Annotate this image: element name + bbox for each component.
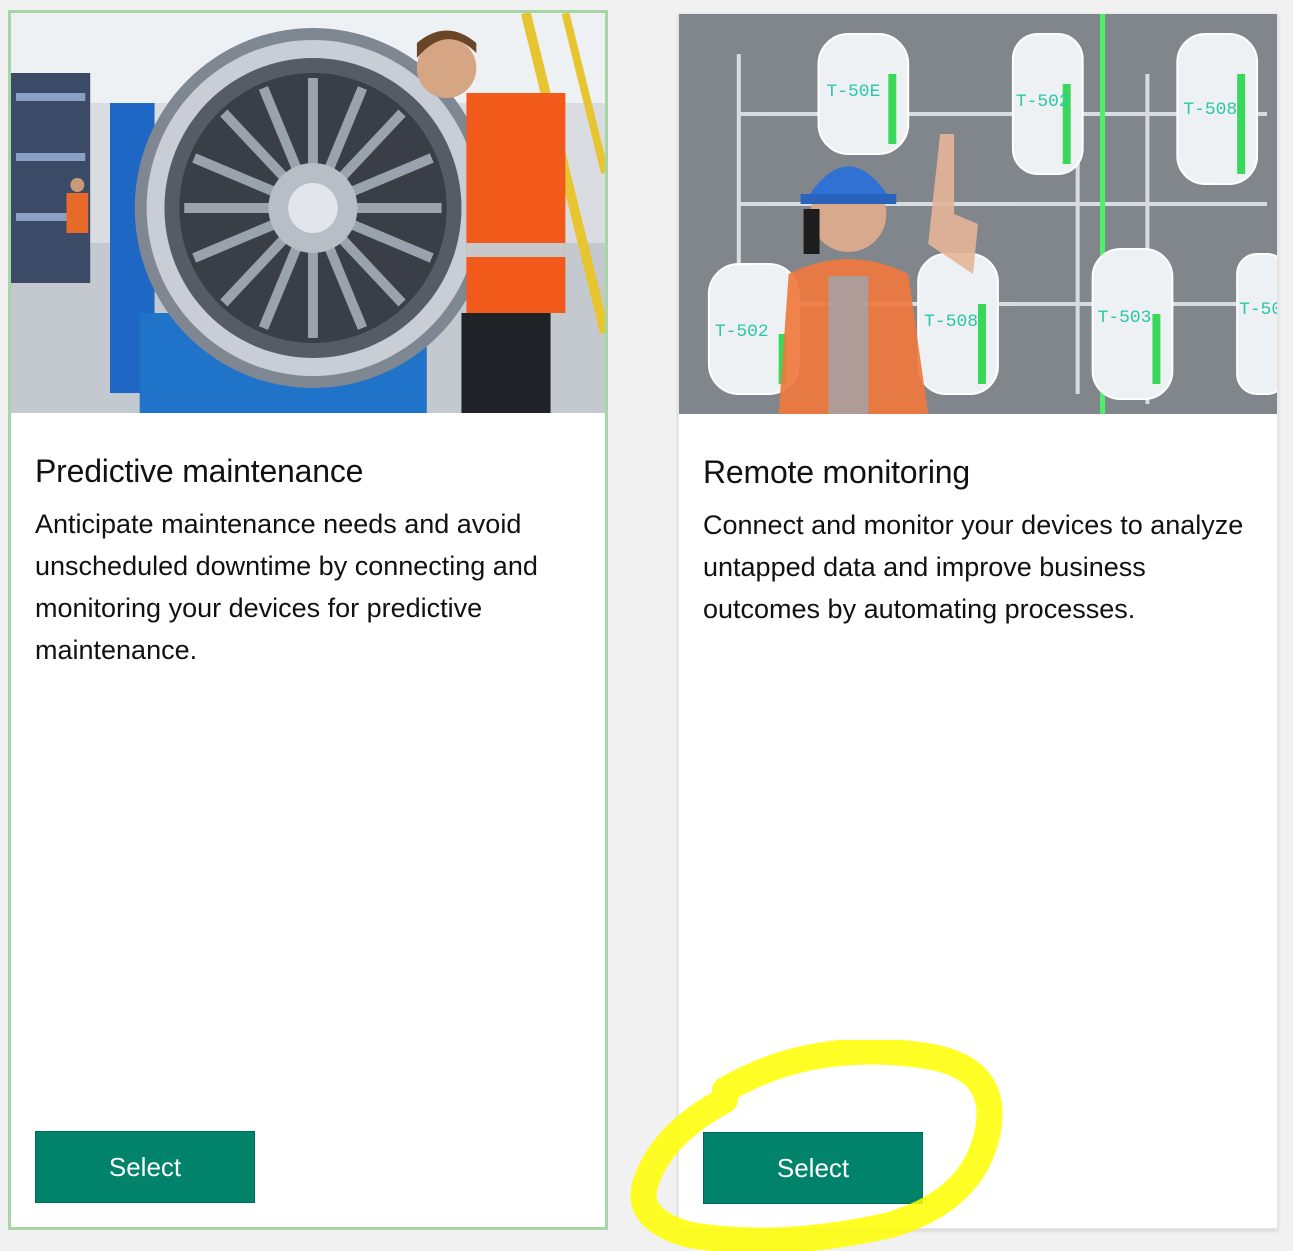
tank-label: T-502 [715,322,769,342]
remote-monitoring-card[interactable]: T-50E T-502 T-508 T-502 T-508 T-503 T-50… [678,13,1278,1229]
tank-label: T-502 [1239,300,1277,320]
tank-label: T-502 [1016,92,1070,112]
card-description: Anticipate maintenance needs and avoid u… [35,509,538,665]
remote-monitoring-select-button[interactable]: Select [703,1132,923,1204]
tank-label: T-503 [1098,308,1152,328]
tank-label: T-50E [827,82,881,102]
engineer-with-tank-overlay-illustration: T-50E T-502 T-508 T-502 T-508 T-503 T-50… [679,14,1277,414]
card-title: Remote monitoring [703,454,970,490]
jet-engine-image [11,13,605,413]
tank-label: T-508 [924,312,978,332]
remote-monitoring-image: T-50E T-502 T-508 T-502 T-508 T-503 T-50… [679,14,1277,414]
tank-label: T-508 [1183,100,1237,120]
predictive-maintenance-select-button[interactable]: Select [35,1131,255,1203]
card-title: Predictive maintenance [35,453,364,489]
card-description: Connect and monitor your devices to anal… [703,510,1244,624]
predictive-maintenance-card[interactable]: Predictive maintenance Anticipate mainte… [8,10,608,1230]
jet-engine-illustration [11,13,605,413]
